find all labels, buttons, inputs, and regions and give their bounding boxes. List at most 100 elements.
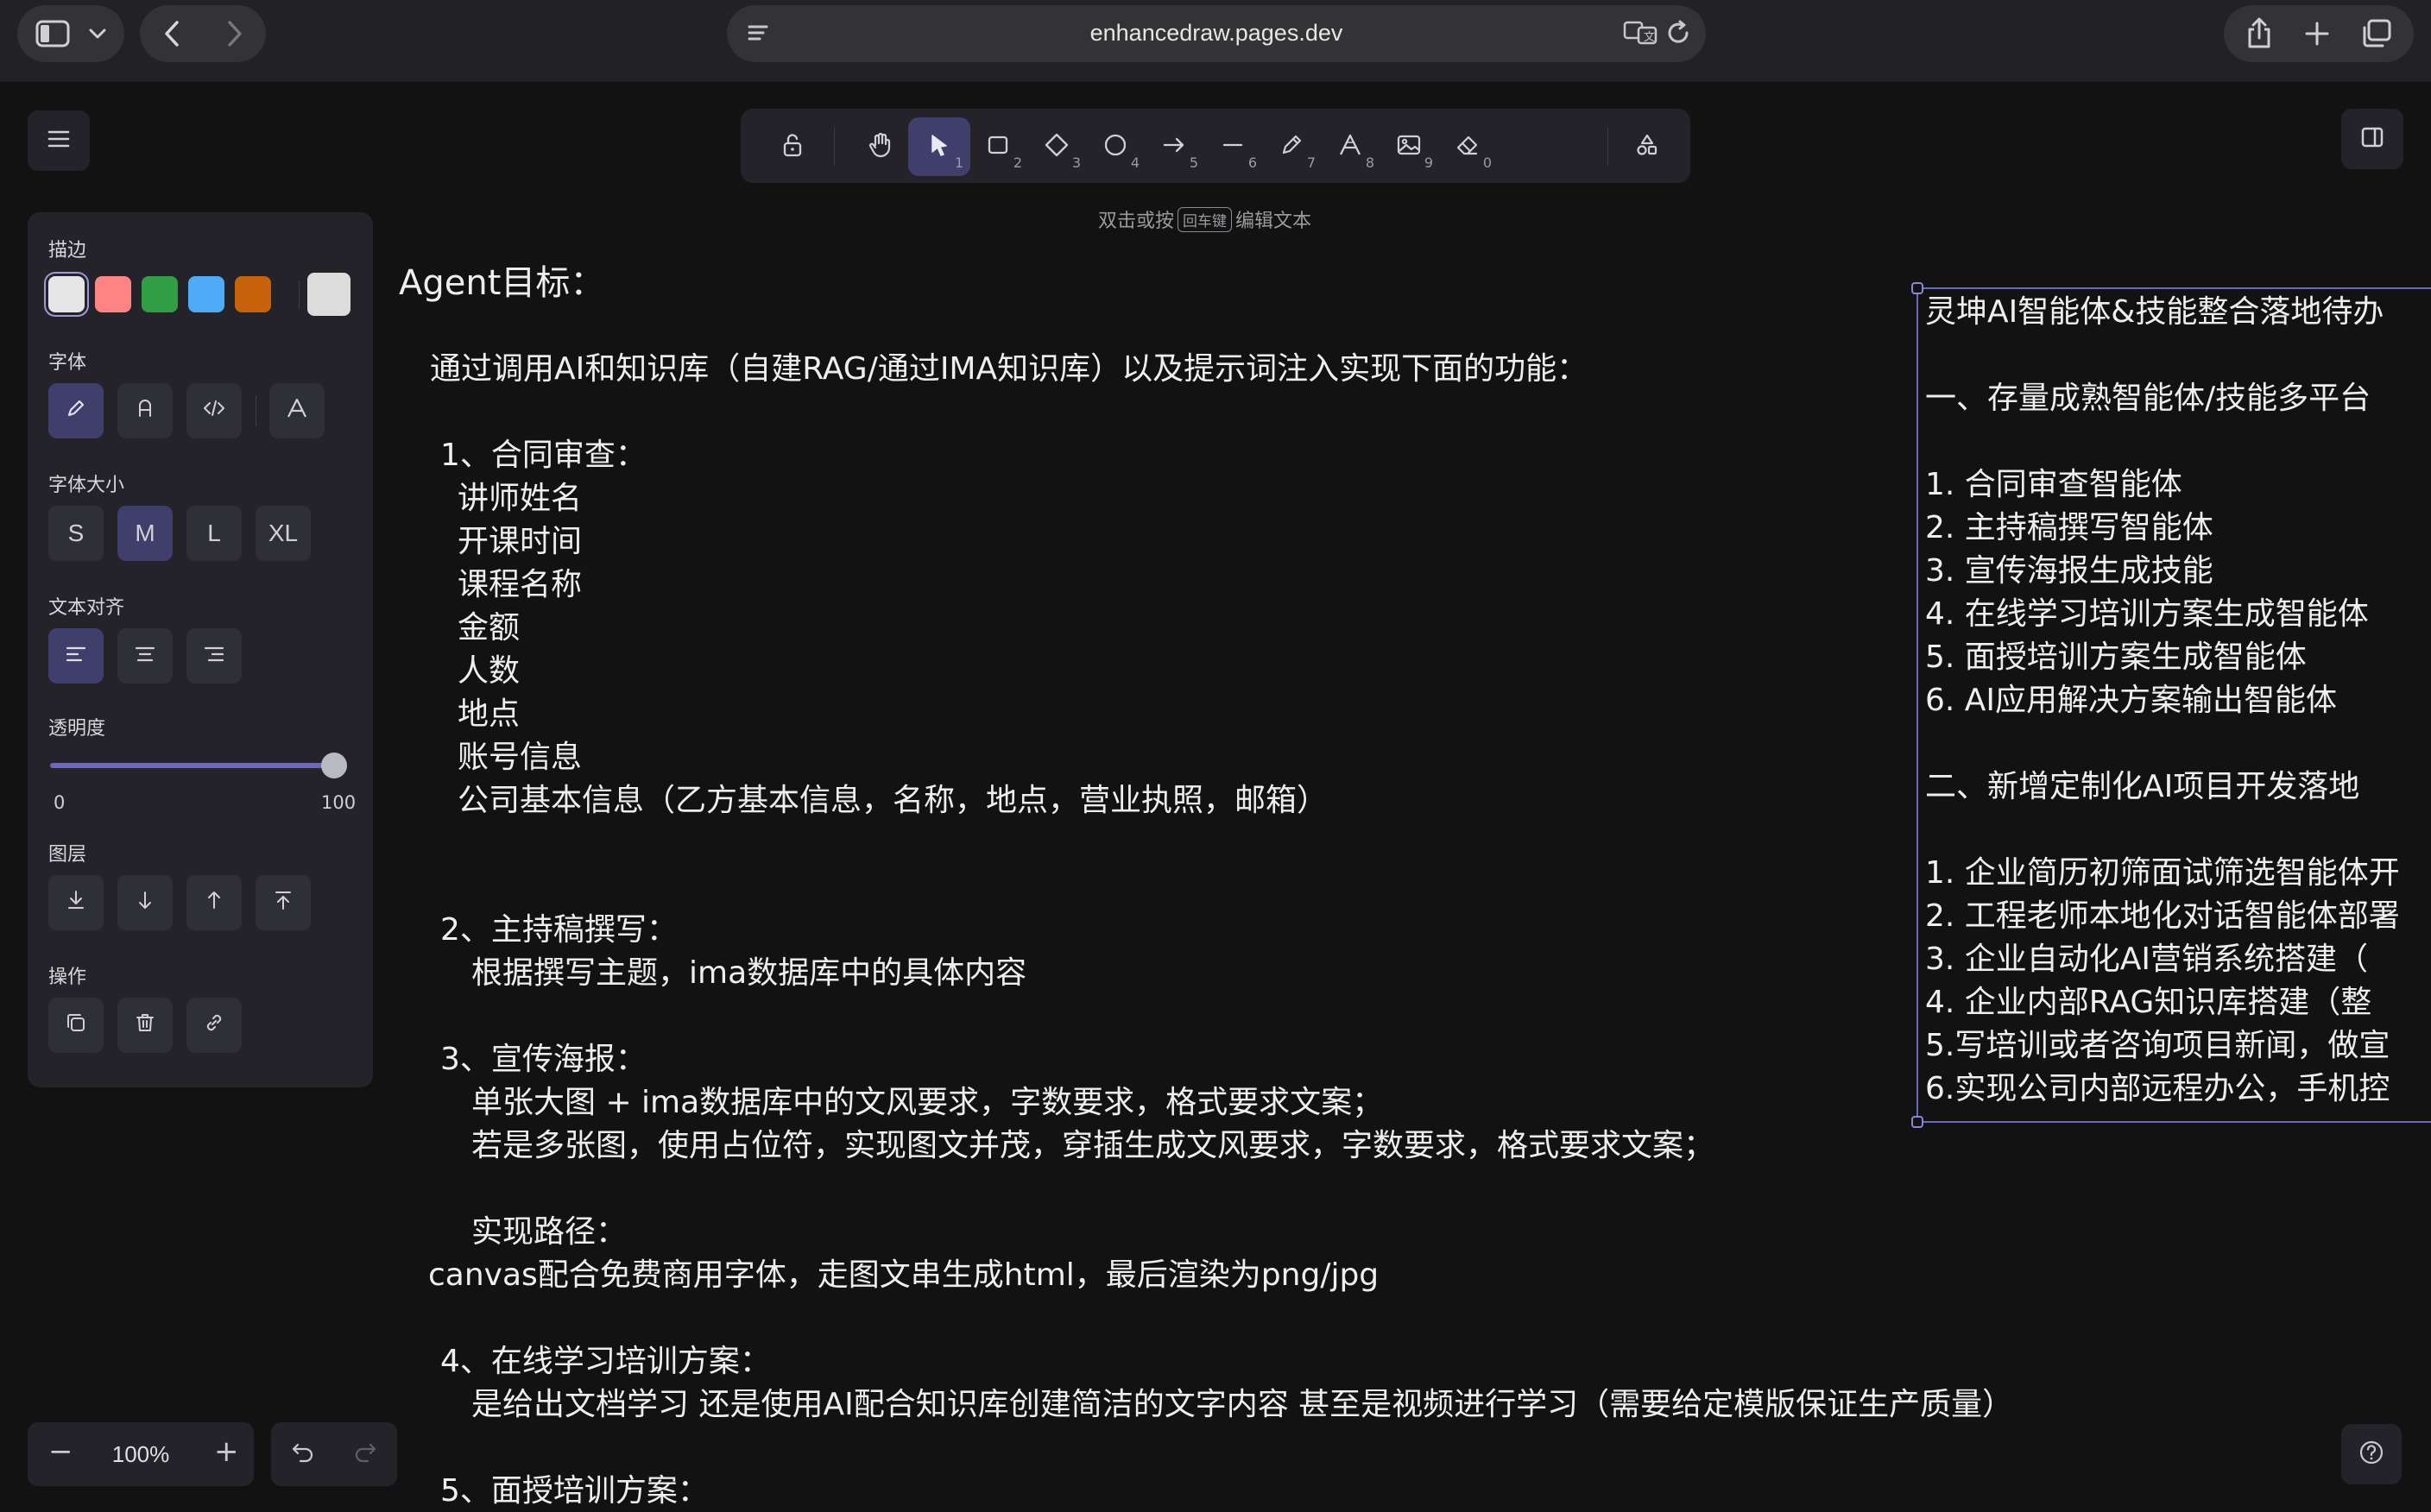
shape-toolbar: 1 2 3 4 5 6 7 8 9 0 [741, 109, 1690, 183]
font-size-xl-button[interactable]: XL [256, 506, 311, 561]
redo-icon[interactable] [352, 1441, 378, 1469]
stroke-color-green[interactable] [142, 276, 178, 312]
tool-image[interactable]: 9 [1378, 117, 1440, 176]
zoom-in-button[interactable]: + [214, 1434, 239, 1469]
font-size-label: 字体大小 [48, 475, 125, 496]
tool-line[interactable]: 6 [1202, 117, 1264, 176]
tool-text[interactable]: 8 [1319, 117, 1381, 176]
canvas-text-line: 讲师姓名 [458, 481, 583, 516]
shortcut-key: 2 [1013, 154, 1022, 171]
zoom-out-button[interactable]: − [48, 1434, 73, 1469]
line-icon [1220, 135, 1246, 159]
ellipse-icon [1102, 132, 1128, 161]
address-bar[interactable]: enhancedraw.pages.dev 文 [727, 5, 1706, 62]
canvas-text-line: 1. 合同审查智能体 [1925, 467, 2182, 502]
link-icon [203, 1011, 225, 1040]
font-more-button[interactable] [269, 383, 325, 438]
canvas-text-main[interactable]: Agent目标： 通过调用AI和知识库（自建RAG/通过IMA知识库）以及提示词… [0, 0, 2013, 1509]
actions-label: 操作 [48, 967, 87, 988]
edit-text-hint: 双击或按 回车键 编辑文本 [1098, 205, 1311, 233]
stroke-color-blue[interactable] [188, 276, 224, 312]
canvas-text-line: 通过调用AI和知识库（自建RAG/通过IMA知识库）以及提示词注入实现下面的功能… [430, 351, 1588, 387]
zoom-value[interactable]: 100% [110, 1441, 171, 1468]
opacity-label: 透明度 [48, 718, 106, 740]
canvas-text-line: 1. 企业简历初筛面试筛选智能体开 [1925, 855, 2400, 891]
zoom-controls: − 100% + [28, 1422, 254, 1486]
tool-draw[interactable]: 7 [1260, 117, 1323, 176]
canvas-text-line: 实现路径： [471, 1214, 628, 1250]
image-icon [1396, 133, 1422, 161]
stroke-color-orange[interactable] [235, 276, 271, 312]
lock-icon [780, 132, 805, 161]
chevron-down-icon[interactable] [88, 27, 107, 41]
canvas-text-line: 金额 [458, 610, 521, 646]
toolbar-separator [834, 128, 835, 166]
tool-selection[interactable]: 1 [908, 117, 970, 176]
sidebar-toggle-button[interactable] [17, 5, 124, 62]
main-menu-button[interactable] [28, 110, 90, 171]
forward-arrow-icon[interactable] [225, 19, 244, 48]
opacity-slider-thumb[interactable] [321, 753, 347, 778]
library-button[interactable] [2341, 109, 2403, 169]
canvas-text-line: 3. 宣传海报生成技能 [1925, 553, 2213, 589]
svg-text:文: 文 [1644, 31, 1655, 44]
font-normal-button[interactable] [117, 383, 173, 438]
stroke-color-red[interactable] [95, 276, 131, 312]
canvas-text-line: Agent目标： [399, 263, 605, 303]
delete-button[interactable] [117, 998, 173, 1053]
link-button[interactable] [186, 998, 242, 1053]
canvas-text-line: canvas配合免费商用字体，走图文串生成html，最后渲染为png/jpg [428, 1257, 1380, 1293]
shortcut-key: 7 [1306, 154, 1316, 171]
font-size-m-button[interactable]: M [117, 506, 173, 561]
send-to-back-button[interactable] [48, 875, 104, 930]
rectangle-icon [986, 133, 1010, 161]
tool-eraser[interactable]: 0 [1436, 117, 1499, 176]
help-button[interactable] [2341, 1424, 2402, 1484]
tool-hand[interactable] [849, 117, 912, 176]
align-center-button[interactable] [117, 628, 173, 684]
reload-icon[interactable] [1666, 19, 1692, 47]
toolbar-separator [1607, 128, 1608, 166]
code-icon [202, 397, 226, 425]
tool-shapes-library[interactable] [1616, 117, 1678, 176]
undo-icon[interactable] [290, 1441, 316, 1469]
canvas-text-line: 公司基本信息（乙方基本信息，名称，地点，营业执照，邮箱） [458, 783, 1329, 818]
align-right-button[interactable] [186, 628, 242, 684]
translate-icon[interactable]: 文 [1623, 19, 1658, 47]
url-text: enhancedraw.pages.dev [1089, 20, 1343, 46]
bring-forward-button[interactable] [186, 875, 242, 930]
pencil-icon [65, 397, 87, 425]
arrow-icon [1161, 135, 1187, 159]
send-backward-button[interactable] [117, 875, 173, 930]
canvas-text-line: 一、存量成熟智能体/技能多平台 [1925, 381, 2371, 416]
shortcut-key: 3 [1071, 154, 1081, 171]
canvas-text-line: 6. AI应用解决方案输出智能体 [1925, 683, 2338, 718]
canvas-text-line: 5. 面授培训方案生成智能体 [1925, 639, 2307, 675]
duplicate-button[interactable] [48, 998, 104, 1053]
tool-ellipse[interactable]: 4 [1084, 117, 1146, 176]
canvas-text-line: 课程名称 [458, 567, 583, 602]
hand-icon [868, 131, 893, 162]
font-handdrawn-button[interactable] [48, 383, 104, 438]
stroke-color-current[interactable] [307, 273, 350, 316]
shortcut-key: 5 [1189, 154, 1198, 171]
font-size-l-button[interactable]: L [186, 506, 242, 561]
canvas-text-line: 若是多张图，使用占位符，实现图文并茂，穿插生成文风要求，字数要求，格式要求文案； [471, 1128, 1715, 1163]
stroke-color-white[interactable] [48, 276, 85, 312]
font-code-button[interactable] [186, 383, 242, 438]
font-size-s-button[interactable]: S [48, 506, 104, 561]
tool-arrow[interactable]: 5 [1143, 117, 1205, 176]
canvas-text-right[interactable]: 灵坤AI智能体&技能整合落地待办 一、存量成熟智能体/技能多平台 1. 合同审查… [1922, 0, 2431, 1512]
back-arrow-icon[interactable] [162, 19, 181, 48]
bring-to-front-button[interactable] [256, 875, 311, 930]
tool-rectangle[interactable]: 2 [967, 117, 1029, 176]
align-left-button[interactable] [48, 628, 104, 684]
tool-diamond[interactable]: 3 [1026, 117, 1088, 176]
canvas-text-line: 2、主持稿撰写： [440, 912, 678, 948]
canvas-text-line: 地点 [458, 696, 521, 732]
tool-lock[interactable] [761, 117, 824, 176]
align-center-icon [134, 642, 156, 670]
opacity-slider-track[interactable] [50, 763, 340, 768]
pencil-icon [1279, 132, 1304, 161]
canvas-text-line: 2. 工程老师本地化对话智能体部署 [1925, 898, 2400, 934]
